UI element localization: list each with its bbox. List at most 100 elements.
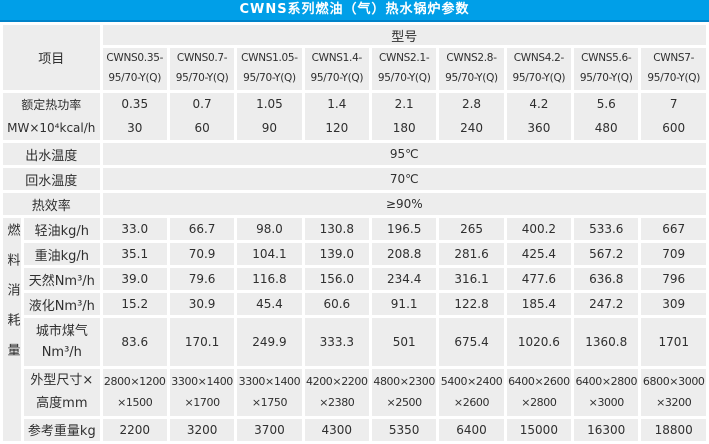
value-cell: 30.9 [170, 293, 234, 315]
value-cell: 477.6 [507, 268, 571, 290]
value-cell: 7 600 [641, 93, 706, 140]
value-cell: 130.8 [305, 218, 369, 240]
return-temp-label: 回水温度 [3, 168, 100, 190]
value-cell: 1701 [641, 318, 706, 366]
value-cell: 45.4 [237, 293, 301, 315]
value-cell: 0.7 60 [170, 93, 234, 140]
value-cell: 33.0 [103, 218, 167, 240]
heavy-oil-label: 重油kg/h [24, 243, 99, 265]
value-cell: 309 [641, 293, 706, 315]
heavy-oil-row: 重油kg/h 35.1 70.9 104.1 139.0 208.8 281.6… [3, 243, 706, 265]
light-oil-label: 轻油kg/h [24, 218, 99, 240]
value-cell: 333.3 [305, 318, 369, 366]
value-cell: 170.1 [170, 318, 234, 366]
natural-gas-row: 天然Nm³/h 39.0 79.6 116.8 156.0 234.4 316.… [3, 268, 706, 290]
value-cell: 4800×2300 ×2500 [372, 369, 436, 416]
value-cell: 139.0 [305, 243, 369, 265]
model-name-row: CWNS0.35- 95/70-Y(Q) CWNS0.7- 95/70-Y(Q)… [3, 48, 706, 90]
value-cell: 98.0 [237, 218, 301, 240]
model-column-header-8: CWNS5.6- 95/70-Y(Q) [574, 48, 638, 90]
value-cell: 91.1 [372, 293, 436, 315]
light-oil-row: 燃料消耗量 轻油kg/h 33.0 66.7 98.0 130.8 196.5 … [3, 218, 706, 240]
value-cell: 1360.8 [574, 318, 638, 366]
value-cell: 667 [641, 218, 706, 240]
value-cell: 675.4 [439, 318, 503, 366]
value-cell: 39.0 [103, 268, 167, 290]
value-cell: 104.1 [237, 243, 301, 265]
value-cell: 6400 [439, 419, 503, 441]
value-cell: 709 [641, 243, 706, 265]
value-cell: 234.4 [372, 268, 436, 290]
value-cell: 15000 [507, 419, 571, 441]
value-cell: 208.8 [372, 243, 436, 265]
model-column-header-6: CWNS2.8- 95/70-Y(Q) [439, 48, 503, 90]
model-column-header-3: CWNS1.05- 95/70-Y(Q) [237, 48, 301, 90]
value-cell: 60.6 [305, 293, 369, 315]
model-column-header-2: CWNS0.7- 95/70-Y(Q) [170, 48, 234, 90]
value-cell: 79.6 [170, 268, 234, 290]
value-cell: 35.1 [103, 243, 167, 265]
value-cell: 3300×1400 ×1700 [170, 369, 234, 416]
value-cell: 0.35 30 [103, 93, 167, 140]
fuel-consumption-vertical-text: 燃料消耗量 [6, 223, 19, 373]
natural-gas-label: 天然Nm³/h [24, 268, 99, 290]
value-cell: 4.2 360 [507, 93, 571, 140]
corner-item-label: 项目 [3, 25, 100, 90]
value-cell: 156.0 [305, 268, 369, 290]
value-cell: 247.2 [574, 293, 638, 315]
efficiency-label: 热效率 [3, 193, 100, 215]
value-cell: 636.8 [574, 268, 638, 290]
value-cell: 6400×2800 ×3000 [574, 369, 638, 416]
weight-label: 参考重量kg [24, 419, 99, 441]
value-cell: 6400×2600 ×2800 [507, 369, 571, 416]
lpg-label: 液化Nm³/h [24, 293, 99, 315]
value-cell: 2200 [103, 419, 167, 441]
value-cell: 1.4 120 [305, 93, 369, 140]
city-gas-label: 城市煤气Nm³/h [24, 318, 99, 366]
table-title: CWNS系列燃油（气）热水锅炉参数 [0, 0, 709, 22]
value-cell: 1020.6 [507, 318, 571, 366]
value-cell: 3300×1400 ×1750 [237, 369, 301, 416]
value-cell: 4200×2200 ×2380 [305, 369, 369, 416]
value-cell: 4300 [305, 419, 369, 441]
model-column-header-5: CWNS2.1- 95/70-Y(Q) [372, 48, 436, 90]
value-cell: 66.7 [170, 218, 234, 240]
value-cell: 249.9 [237, 318, 301, 366]
dimensions-label: 外型尺寸×高度mm [24, 369, 99, 416]
value-cell: 15.2 [103, 293, 167, 315]
model-column-header-1: CWNS0.35- 95/70-Y(Q) [103, 48, 167, 90]
value-cell: 185.4 [507, 293, 571, 315]
value-cell: 3200 [170, 419, 234, 441]
return-temp-value: 70℃ [103, 168, 706, 190]
value-cell: 18800 [641, 419, 706, 441]
efficiency-row: 热效率 ≥90% [3, 193, 706, 215]
value-cell: 400.2 [507, 218, 571, 240]
value-cell: 567.2 [574, 243, 638, 265]
value-cell: 5400×2400 ×2600 [439, 369, 503, 416]
value-cell: 2.1 180 [372, 93, 436, 140]
value-cell: 796 [641, 268, 706, 290]
efficiency-value: ≥90% [103, 193, 706, 215]
rated-power-row: 额定热功率 MW×10⁴kcal/h 0.35 30 0.7 60 1.05 9… [3, 93, 706, 140]
outlet-temp-label: 出水温度 [3, 143, 100, 165]
value-cell: 70.9 [170, 243, 234, 265]
value-cell: 281.6 [439, 243, 503, 265]
value-cell: 3700 [237, 419, 301, 441]
model-group-label: 型号 [103, 25, 706, 45]
model-column-header-7: CWNS4.2- 95/70-Y(Q) [507, 48, 571, 90]
value-cell: 1.05 90 [237, 93, 301, 140]
outlet-temp-row: 出水温度 95℃ [3, 143, 706, 165]
value-cell: 2.8 240 [439, 93, 503, 140]
lpg-row: 液化Nm³/h 15.2 30.9 45.4 60.6 91.1 122.8 1… [3, 293, 706, 315]
city-gas-row: 城市煤气Nm³/h 83.6 170.1 249.9 333.3 501 675… [3, 318, 706, 366]
value-cell: 533.6 [574, 218, 638, 240]
boiler-spec-table: CWNS系列燃油（气）热水锅炉参数 项目 型号 CWNS0.35- 95/70-… [0, 0, 709, 444]
fuel-consumption-group-label: 燃料消耗量 [3, 218, 21, 441]
value-cell: 5350 [372, 419, 436, 441]
dimensions-row: 外型尺寸×高度mm 2800×1200 ×1500 3300×1400 ×170… [3, 369, 706, 416]
value-cell: 2800×1200 ×1500 [103, 369, 167, 416]
value-cell: 316.1 [439, 268, 503, 290]
rated-power-label: 额定热功率 MW×10⁴kcal/h [3, 93, 100, 140]
value-cell: 16300 [574, 419, 638, 441]
outlet-temp-value: 95℃ [103, 143, 706, 165]
